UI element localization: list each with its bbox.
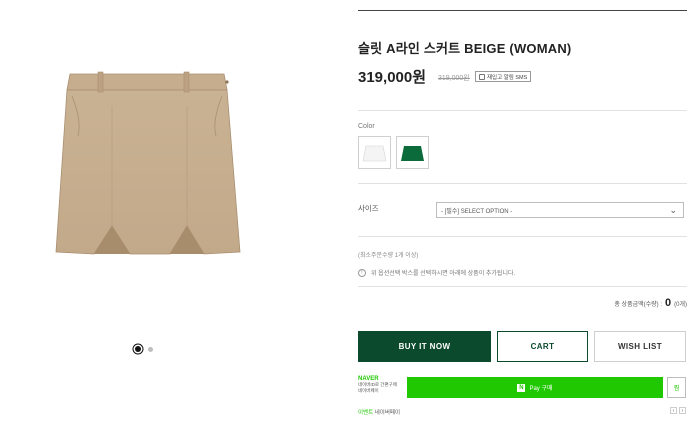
naver-zzim-button[interactable]: 찜 [667,377,686,398]
original-price: 319,000원 [438,75,470,82]
skirt-green-thumbnail [401,145,424,161]
event-label: 네이버페이 [374,410,401,416]
top-divider [358,10,687,11]
naver-n-icon: N [517,383,526,392]
buy-now-button[interactable]: BUY IT NOW [358,331,491,362]
product-info-panel: 슬릿 A라인 스커트 BEIGE (WOMAN) 319,000원 319,00… [358,0,687,424]
color-label: Color [358,123,375,130]
size-select-value: - [필수] SELECT OPTION - [441,208,513,215]
prev-arrow-icon[interactable]: ‹ [670,407,677,414]
divider [358,236,687,237]
wish-list-button[interactable]: WISH LIST [594,331,686,362]
divider [358,286,687,287]
info-icon: ! [358,268,366,277]
total-count: (0개) [674,302,687,308]
product-title: 슬릿 A라인 스커트 BEIGE (WOMAN) [358,41,572,56]
size-select[interactable]: - [필수] SELECT OPTION - ⌄ [436,202,684,218]
color-swatch-green[interactable] [396,136,429,169]
restock-alert-button[interactable]: 재입고 알림 SMS [475,71,532,82]
next-arrow-icon[interactable]: › [679,407,686,414]
event-pager: ‹ › [670,407,686,414]
naver-event-row: 이벤트 네이버페이 [358,408,400,416]
divider [358,183,687,184]
option-notice-text: 위 옵션선택 박스를 선택하시면 아래에 상품이 추가됩니다. [371,271,516,277]
naver-pay-button[interactable]: N Pay 구매 [407,377,663,398]
naver-pay-label: Pay 구매 [529,386,553,392]
bell-icon [479,73,485,80]
carousel-dots [135,346,153,352]
cart-button[interactable]: CART [497,331,588,362]
divider [358,110,687,111]
total-value: 0 [665,297,672,309]
total-amount: 총 상품금액(수량) : 0 (0개) [614,297,687,309]
total-label: 총 상품금액(수량) : [614,302,663,308]
option-notice: ! 위 옵션선택 박스를 선택하시면 아래에 상품이 추가됩니다. [358,268,515,277]
skirt-white-thumbnail [362,145,387,161]
event-prefix: 이벤트 [358,410,374,416]
min-quantity-note: (최소주문수량 1개 이상) [358,253,419,259]
product-image-skirt[interactable] [52,66,242,266]
chevron-down-icon: ⌄ [669,205,677,215]
carousel-dot-1[interactable] [135,346,141,352]
restock-alert-label: 재입고 알림 SMS [487,74,528,81]
size-label: 사이즈 [358,204,379,213]
color-swatch-white[interactable] [358,136,391,169]
product-gallery [0,0,330,424]
carousel-dot-2[interactable] [148,346,153,352]
product-price: 319,000원 [358,69,427,86]
